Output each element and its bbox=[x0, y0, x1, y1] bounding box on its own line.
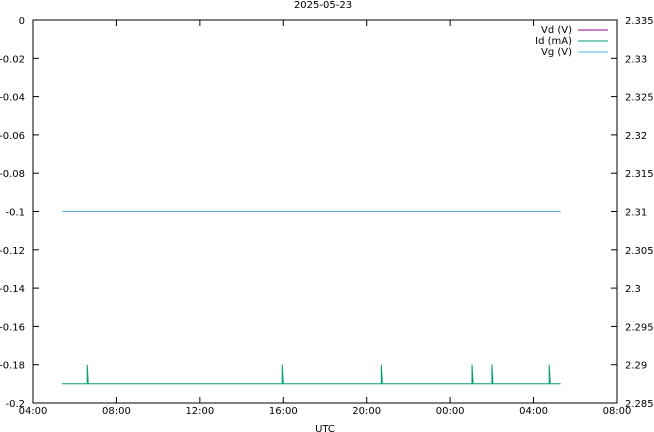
y-tick-label: -0.2 bbox=[5, 399, 25, 410]
y-tick-label: -0.14 bbox=[0, 284, 25, 295]
y-tick-label: -0.16 bbox=[0, 322, 25, 333]
y-tick-label: -0.02 bbox=[0, 54, 25, 65]
y2-tick-label: 2.3 bbox=[625, 284, 641, 295]
y-tick-label: 0 bbox=[19, 16, 25, 27]
y2-tick-label: 2.31 bbox=[625, 208, 647, 219]
chart-title: 2025-05-23 bbox=[294, 0, 352, 11]
series-layer bbox=[62, 211, 561, 385]
y2-tick-label: 2.295 bbox=[625, 322, 654, 333]
y2-tick-label: 2.315 bbox=[625, 169, 654, 180]
y-tick-label: -0.04 bbox=[0, 93, 25, 104]
x-tick-label: 00:00 bbox=[436, 406, 465, 417]
legend-label: Vd (V) bbox=[541, 25, 572, 36]
x-tick-label: 04:00 bbox=[519, 406, 548, 417]
y2-tick-label: 2.285 bbox=[625, 399, 654, 410]
x-axis-label: UTC bbox=[315, 424, 335, 432]
x-tick-label: 20:00 bbox=[352, 406, 381, 417]
legend-label: Vg (V) bbox=[541, 47, 572, 58]
y-tick-label: -0.06 bbox=[0, 131, 25, 142]
y-tick-label: -0.1 bbox=[5, 208, 25, 219]
y2-tick-label: 2.305 bbox=[625, 246, 654, 257]
legend: Vd (V)Id (mA)Vg (V) bbox=[535, 25, 608, 58]
y2-tick-label: 2.33 bbox=[625, 54, 647, 65]
x-axis: 04:00 08:00 12:00 16:00 20:00 00:00 04:00 08:00 bbox=[19, 20, 631, 417]
chart: 2025-05-23 04:00 08:00 12:00 16:00 20:00 00:0… bbox=[0, 0, 654, 432]
x-tick-label: 16:00 bbox=[269, 406, 298, 417]
y-tick-label: -0.18 bbox=[0, 361, 25, 372]
legend-label: Id (mA) bbox=[535, 36, 572, 47]
x-tick-label: 12:00 bbox=[185, 406, 214, 417]
y-tick-label: -0.12 bbox=[0, 246, 25, 257]
y-tick-label: -0.08 bbox=[0, 169, 25, 180]
y2-tick-label: 2.29 bbox=[625, 361, 647, 372]
y2-tick-label: 2.335 bbox=[625, 16, 654, 27]
y2-tick-label: 2.325 bbox=[625, 93, 654, 104]
x-tick-label: 08:00 bbox=[102, 406, 131, 417]
y2-tick-label: 2.32 bbox=[625, 131, 647, 142]
series-line-1 bbox=[62, 364, 561, 385]
